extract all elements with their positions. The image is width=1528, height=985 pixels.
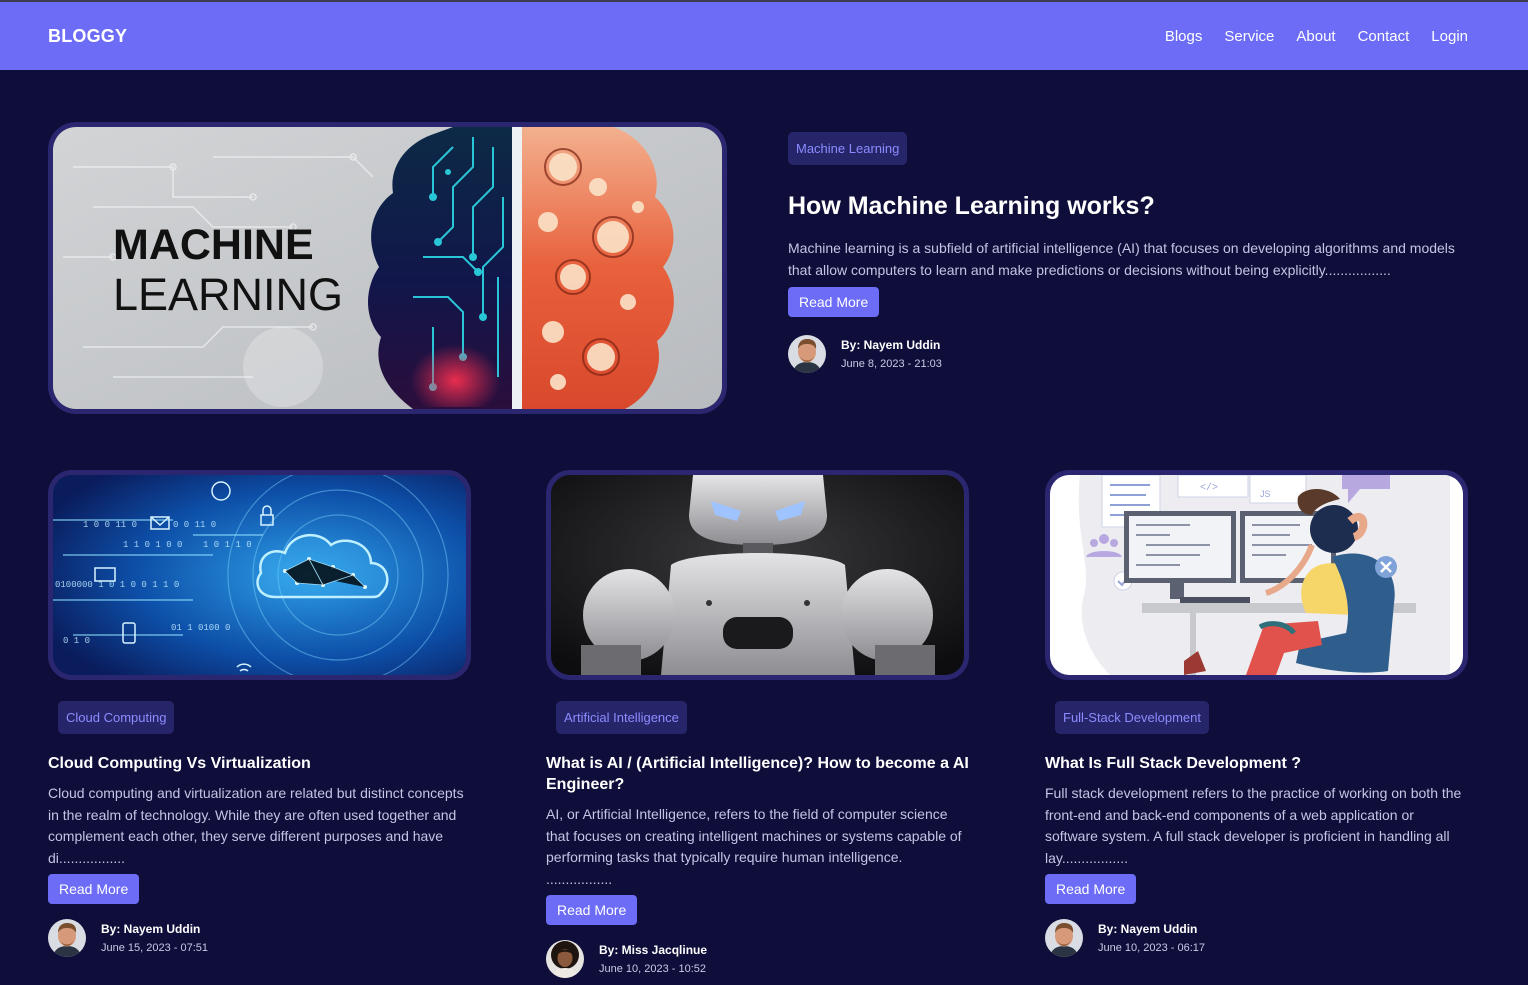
post-date: June 8, 2023 - 21:03 — [841, 358, 942, 370]
author-info: By: Nayem Uddin June 15, 2023 - 07:51 — [48, 918, 471, 957]
nav-link-login[interactable]: Login — [1431, 28, 1468, 45]
js-label-text: JS — [1260, 489, 1271, 499]
author-info: By: Nayem Uddin June 10, 2023 - 06:17 — [1045, 918, 1468, 957]
featured-post-excerpt: Machine learning is a subfield of artifi… — [788, 240, 1455, 278]
post-excerpt: Full stack development refers to the pra… — [1045, 785, 1462, 867]
binary-text-6: 01 1 0100 0 — [171, 623, 230, 633]
read-more-button[interactable]: Read More — [1045, 873, 1137, 904]
avatar — [48, 918, 86, 957]
nav-link-service[interactable]: Service — [1224, 28, 1274, 45]
code-tag-text: </> — [1200, 482, 1218, 494]
nav-links: Blogs Service About Contact Login — [1165, 28, 1468, 45]
author-info: By: Miss Jacqlinue June 10, 2023 - 10:52 — [546, 939, 969, 978]
post-excerpt: AI, or Artificial Intelligence, refers t… — [546, 806, 962, 888]
binary-text-7: 1 0 1 1 0 — [203, 540, 252, 550]
brand-logo[interactable]: BLOGGY — [48, 26, 127, 47]
read-more-button[interactable]: Read More — [48, 873, 140, 904]
post-date: June 10, 2023 - 06:17 — [1098, 941, 1206, 954]
binary-text-4: 1 1 0 1 0 0 — [123, 540, 182, 550]
hero-image-text-1: MACHINE — [113, 221, 314, 269]
post-title[interactable]: What is AI / (Artificial Intelligence)? … — [546, 753, 969, 795]
binary-text-1: 1 0 0 11 0 — [83, 520, 137, 530]
read-more-button[interactable]: Read More — [546, 894, 638, 925]
post-date: June 10, 2023 - 10:52 — [599, 962, 707, 975]
binary-text-5: 0 0 11 0 — [173, 520, 216, 530]
post-image-robot[interactable] — [546, 470, 969, 680]
category-tag[interactable]: Artificial Intelligence — [556, 701, 687, 734]
hero-image-text-2: LEARNING — [113, 269, 343, 320]
nav-link-blogs[interactable]: Blogs — [1165, 28, 1203, 45]
avatar — [546, 939, 584, 978]
category-tag[interactable]: Machine Learning — [788, 132, 908, 165]
post-image-cloud[interactable]: 1 0 0 11 0 0100000 1 0 1 0 0 1 1 0 0 1 0… — [48, 470, 471, 680]
author-name[interactable]: By: Nayem Uddin — [1098, 922, 1205, 936]
post-title[interactable]: What Is Full Stack Development ? — [1045, 753, 1468, 774]
post-image-fullstack[interactable]: </> JS — [1045, 470, 1468, 680]
avatar — [1045, 918, 1083, 957]
navbar: BLOGGY Blogs Service About Contact Login — [0, 2, 1528, 70]
author-info: By: Nayem Uddin June 8, 2023 - 21:03 — [788, 335, 1478, 373]
binary-text-2: 0100000 1 0 1 0 0 1 1 0 — [55, 580, 179, 590]
post-card: </> JS Full-Stack Development What Is Fu… — [1045, 470, 1468, 957]
post-title[interactable]: Cloud Computing Vs Virtualization — [48, 753, 471, 774]
author-name[interactable]: By: Nayem Uddin — [841, 338, 942, 352]
read-more-button[interactable]: Read More — [788, 287, 880, 317]
hero-image[interactable]: MACHINE LEARNING — [48, 122, 727, 414]
author-name[interactable]: By: Nayem Uddin — [101, 922, 208, 936]
post-card: 1 0 0 11 0 0100000 1 0 1 0 0 1 1 0 0 1 0… — [48, 470, 471, 957]
nav-link-contact[interactable]: Contact — [1358, 28, 1410, 45]
featured-post-title[interactable]: How Machine Learning works? — [788, 192, 1478, 221]
nav-link-about[interactable]: About — [1296, 28, 1335, 45]
post-excerpt: Cloud computing and virtualization are r… — [48, 785, 464, 867]
category-tag[interactable]: Full-Stack Development — [1055, 701, 1209, 734]
binary-text-3: 0 1 0 — [63, 636, 90, 646]
category-tag[interactable]: Cloud Computing — [58, 701, 175, 734]
featured-post: Machine Learning How Machine Learning wo… — [788, 132, 1478, 373]
post-date: June 15, 2023 - 07:51 — [101, 941, 209, 954]
avatar — [788, 335, 826, 373]
author-name[interactable]: By: Miss Jacqlinue — [599, 943, 707, 957]
post-card: Artificial Intelligence What is AI / (Ar… — [546, 470, 969, 978]
